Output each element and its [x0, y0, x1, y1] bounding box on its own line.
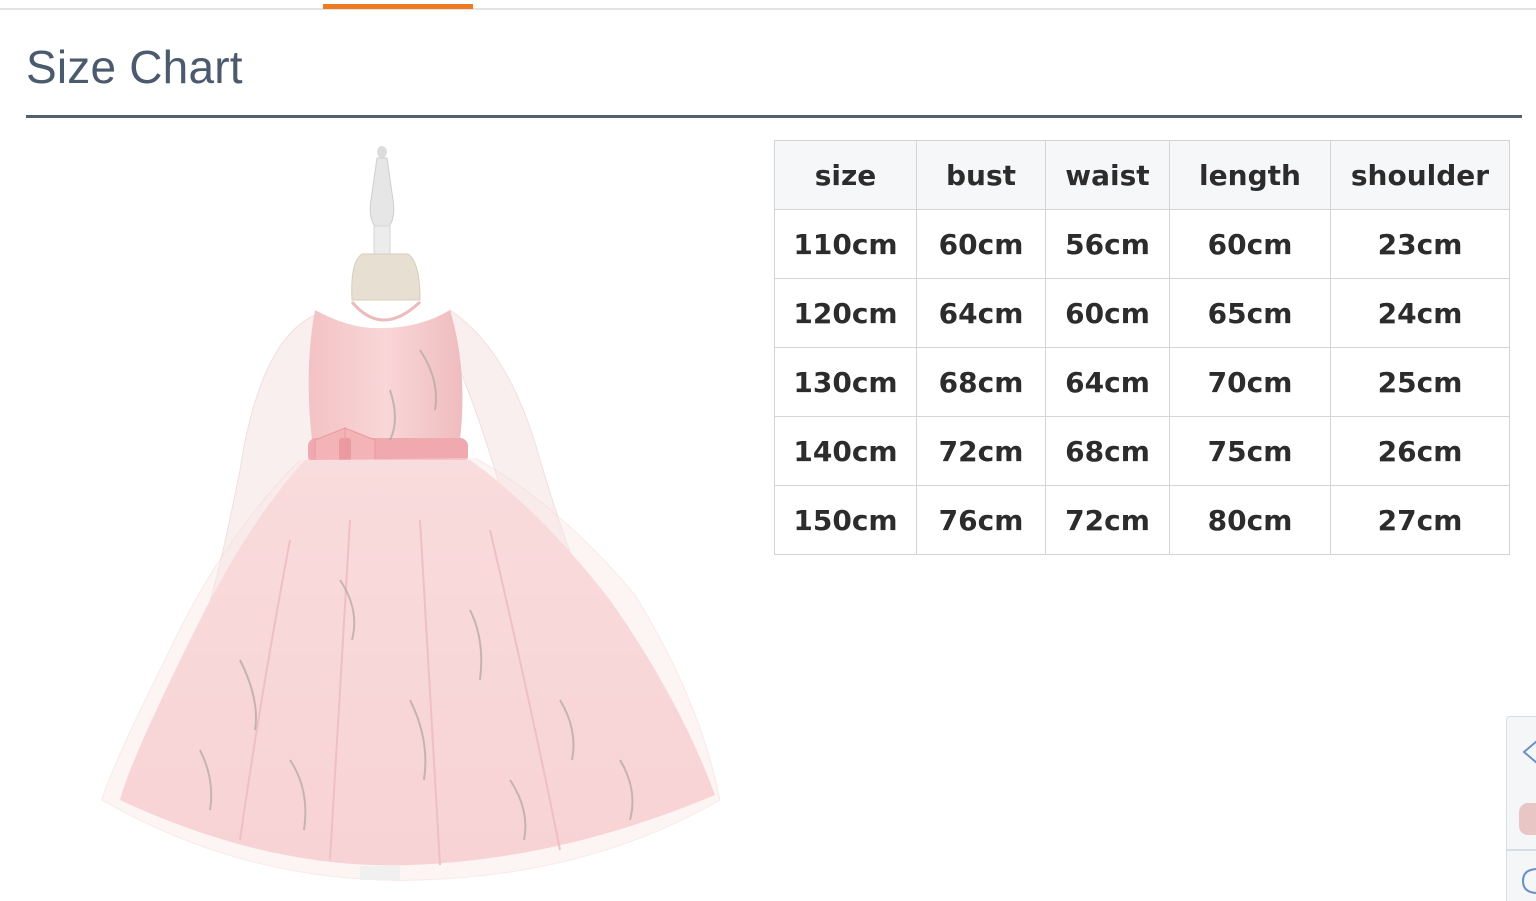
table-row: 120cm 64cm 60cm 65cm 24cm — [774, 278, 1510, 348]
column-header-waist: waist — [1045, 140, 1170, 210]
table-cell: 150cm — [774, 485, 917, 555]
share-icon[interactable] — [1521, 739, 1536, 765]
table-cell: 65cm — [1169, 278, 1331, 348]
table-cell: 25cm — [1330, 347, 1510, 417]
table-cell: 24cm — [1330, 278, 1510, 348]
table-cell: 68cm — [1045, 416, 1170, 486]
table-row: 150cm 76cm 72cm 80cm 27cm — [774, 485, 1510, 555]
column-header-bust: bust — [916, 140, 1046, 210]
table-row: 140cm 72cm 68cm 75cm 26cm — [774, 416, 1510, 486]
widget-divider — [1507, 849, 1536, 851]
page-title: Size Chart — [26, 41, 243, 93]
table-header-row: size bust waist length shoulder — [774, 140, 1510, 210]
table-row: 110cm 60cm 56cm 60cm 23cm — [774, 209, 1510, 279]
column-header-size: size — [774, 140, 917, 210]
table-cell: 27cm — [1330, 485, 1510, 555]
table-cell: 60cm — [1169, 209, 1331, 279]
table-row: 130cm 68cm 64cm 70cm 25cm — [774, 347, 1510, 417]
table-cell: 72cm — [916, 416, 1046, 486]
table-cell: 60cm — [1045, 278, 1170, 348]
product-image — [101, 146, 721, 881]
table-cell: 72cm — [1045, 485, 1170, 555]
table-cell: 70cm — [1169, 347, 1331, 417]
table-cell: 75cm — [1169, 416, 1331, 486]
product-thumbnail-icon[interactable] — [1519, 803, 1536, 835]
table-cell: 64cm — [916, 278, 1046, 348]
size-chart-table: size bust waist length shoulder 110cm 60… — [774, 140, 1510, 555]
table-cell: 80cm — [1169, 485, 1331, 555]
column-header-length: length — [1169, 140, 1331, 210]
table-cell: 56cm — [1045, 209, 1170, 279]
table-cell: 68cm — [916, 347, 1046, 417]
table-cell: 76cm — [916, 485, 1046, 555]
column-header-shoulder: shoulder — [1330, 140, 1510, 210]
title-divider — [26, 115, 1522, 118]
table-cell: 64cm — [1045, 347, 1170, 417]
table-cell: 130cm — [774, 347, 917, 417]
chat-icon[interactable] — [1521, 867, 1536, 895]
size-chart-page: Size Chart size bust waist length should… — [0, 0, 1536, 901]
table-cell: 120cm — [774, 278, 917, 348]
active-tab-indicator[interactable] — [323, 4, 473, 9]
table-cell: 60cm — [916, 209, 1046, 279]
tab-strip — [0, 0, 1536, 10]
table-cell: 110cm — [774, 209, 917, 279]
table-cell: 140cm — [774, 416, 917, 486]
table-cell: 23cm — [1330, 209, 1510, 279]
side-widget — [1506, 716, 1536, 901]
table-cell: 26cm — [1330, 416, 1510, 486]
